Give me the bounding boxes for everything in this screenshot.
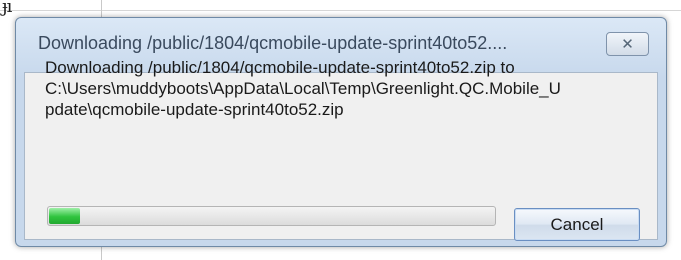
background-text-fragment: ɟı xyxy=(2,0,12,17)
progress-fill xyxy=(49,208,80,224)
message-line: C:\Users\muddyboots\AppData\Local\Temp\G… xyxy=(45,79,561,98)
download-dialog: Downloading /public/1804/qcmobile-update… xyxy=(15,17,667,247)
close-icon: ✕ xyxy=(621,34,634,53)
cancel-button[interactable]: Cancel xyxy=(514,208,640,241)
download-message: Downloading /public/1804/qcmobile-update… xyxy=(45,57,637,120)
download-progress-bar xyxy=(47,206,496,226)
background-divider-horizontal xyxy=(0,10,681,11)
message-line: pdate\qcmobile-update-sprint40to52.zip xyxy=(45,100,344,119)
message-line: Downloading /public/1804/qcmobile-update… xyxy=(45,58,515,77)
dialog-title: Downloading /public/1804/qcmobile-update… xyxy=(38,33,508,53)
close-button[interactable]: ✕ xyxy=(606,32,649,56)
